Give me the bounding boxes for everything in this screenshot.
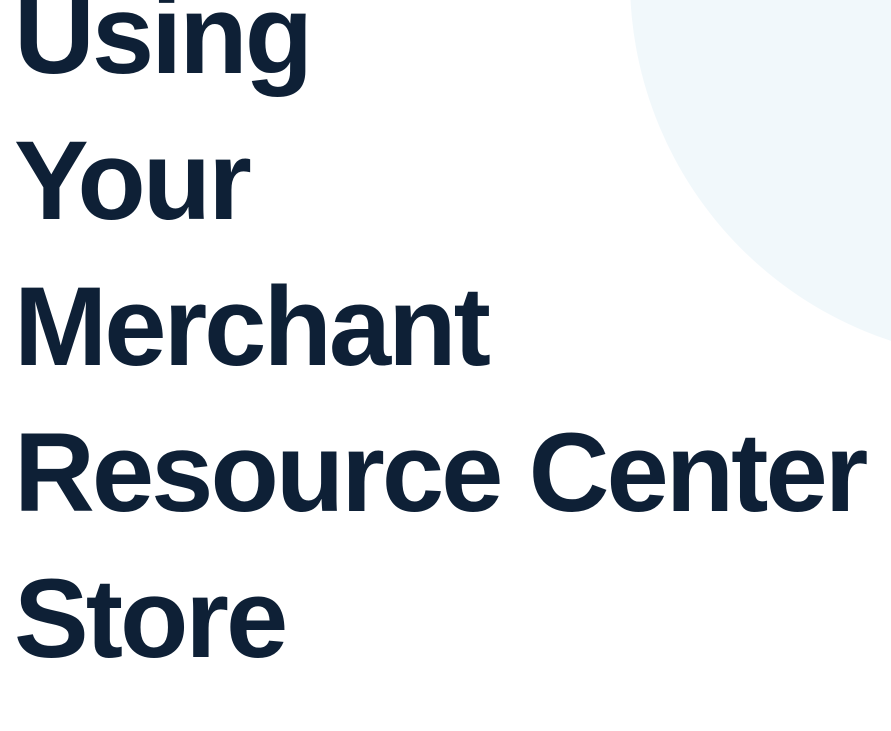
title-line-1: Using <box>14 0 313 97</box>
title-line-4: Resource Center <box>14 410 868 535</box>
title-line-5: Store <box>14 556 288 681</box>
title-line-3: Merchant <box>14 264 491 389</box>
title-line-2: Your <box>14 118 252 243</box>
slide-title: Using Your Merchant Resource Center Stor… <box>14 0 891 698</box>
